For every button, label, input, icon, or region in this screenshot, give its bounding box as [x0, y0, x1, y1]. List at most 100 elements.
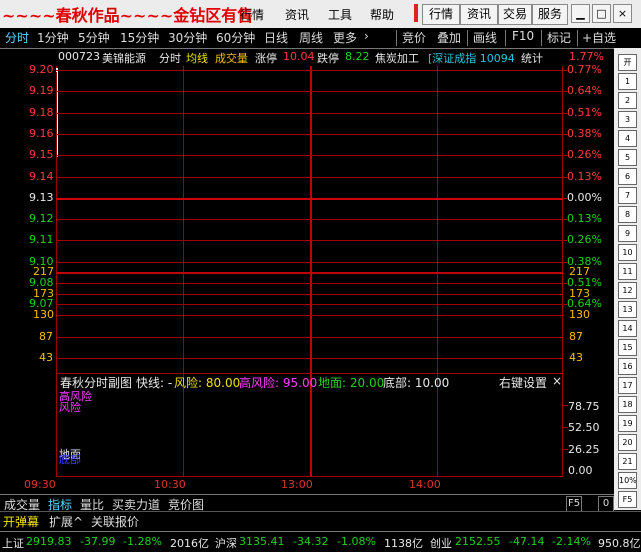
- toolbar-tool-icon[interactable]: 13: [618, 301, 637, 318]
- service-button[interactable]: 服务: [532, 4, 568, 25]
- limit-up-value: 10.04: [283, 50, 315, 63]
- price-line: [57, 71, 58, 157]
- toolbar-tool-icon[interactable]: 11: [618, 263, 637, 280]
- volume-axis-label: 173: [33, 287, 54, 300]
- chart-mode: 分时: [159, 52, 181, 65]
- tab-mark[interactable]: 标记: [547, 29, 571, 46]
- price-gridline: [56, 262, 563, 263]
- subchart-axis-label: 0.00: [568, 464, 593, 477]
- expand-button[interactable]: 扩展^: [49, 513, 83, 530]
- toolbar-tool-icon[interactable]: 21: [618, 453, 637, 470]
- tab-daily[interactable]: 日线: [264, 29, 288, 46]
- add-watchlist-button[interactable]: +自选: [582, 29, 616, 46]
- more-arrow-icon[interactable]: ›: [364, 29, 369, 43]
- right-click-settings[interactable]: 右键设置: [499, 374, 547, 391]
- menu-help[interactable]: 帮助: [370, 6, 394, 23]
- tab-f10[interactable]: F10: [512, 29, 534, 43]
- axis-tick: [563, 283, 567, 284]
- danmaku-toggle[interactable]: 开弹幕: [3, 513, 39, 530]
- price-gridline: [56, 219, 563, 220]
- sector-label[interactable]: 焦炭加工: [375, 50, 419, 66]
- tab-15min[interactable]: 15分钟: [120, 29, 159, 46]
- axis-tick: [563, 262, 567, 263]
- toolbar-tool-icon[interactable]: F5: [618, 491, 637, 508]
- subchart-close-icon[interactable]: ×: [552, 374, 562, 388]
- toolbar-tool-icon[interactable]: 19: [618, 415, 637, 432]
- index-overlay: [深证成指 10094: [428, 52, 515, 65]
- brand-banner: ~~~~春秋作品~~~~金钻区有售: [2, 6, 254, 25]
- price-axis-label: 9.20: [29, 63, 54, 76]
- cy-index-label[interactable]: 创业: [430, 535, 452, 551]
- hs-index-label[interactable]: 沪深: [215, 535, 237, 551]
- minimize-icon[interactable]: ▁: [571, 4, 590, 23]
- toolbar-tool-icon[interactable]: 16: [618, 358, 637, 375]
- sh-index-label[interactable]: 上证: [2, 535, 24, 551]
- time-label-1400: 14:00: [409, 478, 441, 491]
- quotes-button[interactable]: 行情: [422, 4, 460, 25]
- tab-30min[interactable]: 30分钟: [168, 29, 207, 46]
- toolbar-tool-icon[interactable]: 12: [618, 282, 637, 299]
- volume-axis-label: 217: [569, 265, 590, 278]
- axis-tick: [563, 240, 567, 241]
- toolbar-tool-icon[interactable]: 10: [618, 244, 637, 261]
- percent-axis-label: 0.00%: [567, 191, 602, 204]
- ground-label: 地面: 20.00: [318, 376, 385, 390]
- toolbar-tool-icon[interactable]: 1: [618, 73, 637, 90]
- tab-more[interactable]: 更多: [333, 29, 357, 46]
- toolbar-tool-icon[interactable]: 4: [618, 130, 637, 147]
- axis-tick: [563, 113, 567, 114]
- stock-info-line: 000723 美锦能源 分时 均线 成交量 涨停 10.04 跌停 8.22 焦…: [0, 50, 614, 66]
- volume-axis-label: 87: [39, 330, 53, 343]
- tab-auction[interactable]: 竞价: [402, 29, 426, 46]
- volume-gridline: [56, 294, 563, 295]
- f5-button[interactable]: F5: [566, 496, 582, 512]
- zero-button[interactable]: 0: [598, 496, 614, 512]
- toolbar-tool-icon[interactable]: 14: [618, 320, 637, 337]
- toolbar-tool-icon[interactable]: 6: [618, 168, 637, 185]
- hs-index-amount: 1138亿: [384, 537, 423, 550]
- toolbar-tool-icon[interactable]: 开: [618, 54, 637, 71]
- tab-weekly[interactable]: 周线: [299, 29, 323, 46]
- price-axis-label: 9.15: [29, 148, 54, 161]
- tab-1min[interactable]: 1分钟: [37, 29, 69, 46]
- stats-label[interactable]: 统计: [521, 50, 543, 66]
- axis-tick: [563, 405, 568, 406]
- price-gridline: [56, 177, 563, 178]
- trade-button[interactable]: 交易: [498, 4, 532, 25]
- percent-axis-label: 0.13%: [567, 212, 602, 225]
- menu-tools[interactable]: 工具: [328, 6, 352, 23]
- axis-tick: [563, 427, 568, 428]
- menu-quotes[interactable]: 行情: [240, 6, 264, 23]
- toolbar-tool-icon[interactable]: 10%: [618, 472, 637, 489]
- close-icon[interactable]: ×: [613, 4, 632, 23]
- tab-5min[interactable]: 5分钟: [78, 29, 110, 46]
- toolbar-tool-icon[interactable]: 20: [618, 434, 637, 451]
- toolbar-tool-icon[interactable]: 15: [618, 339, 637, 356]
- price-gridline: [56, 240, 563, 241]
- toolbar-tool-icon[interactable]: 5: [618, 149, 637, 166]
- tab-draw[interactable]: 画线: [473, 29, 497, 46]
- toolbar-tool-icon[interactable]: 18: [618, 396, 637, 413]
- volume-axis-label: 43: [569, 351, 583, 364]
- toolbar-tool-icon[interactable]: 9: [618, 225, 637, 242]
- cy-index-change: -47.14: [509, 535, 545, 548]
- volume-gridline: [56, 272, 563, 274]
- price-gridline: [56, 134, 563, 135]
- toolbar-tool-icon[interactable]: 2: [618, 92, 637, 109]
- tab-60min[interactable]: 60分钟: [216, 29, 255, 46]
- menu-news[interactable]: 资讯: [285, 6, 309, 23]
- tab-intraday[interactable]: 分时: [5, 29, 29, 46]
- maximize-icon[interactable]: □: [592, 4, 611, 23]
- toolbar-tool-icon[interactable]: 17: [618, 377, 637, 394]
- related-quotes-button[interactable]: 关联报价: [91, 513, 139, 530]
- bottom-label: 底部: 10.00: [383, 376, 450, 390]
- axis-tick: [563, 177, 567, 178]
- axis-tick: [563, 70, 567, 71]
- toolbar-tool-icon[interactable]: 8: [618, 206, 637, 223]
- news-button[interactable]: 资讯: [460, 4, 498, 25]
- stock-name: 美锦能源: [102, 52, 146, 65]
- axis-tick: [563, 198, 567, 199]
- tab-overlay[interactable]: 叠加: [437, 29, 461, 46]
- toolbar-tool-icon[interactable]: 7: [618, 187, 637, 204]
- toolbar-tool-icon[interactable]: 3: [618, 111, 637, 128]
